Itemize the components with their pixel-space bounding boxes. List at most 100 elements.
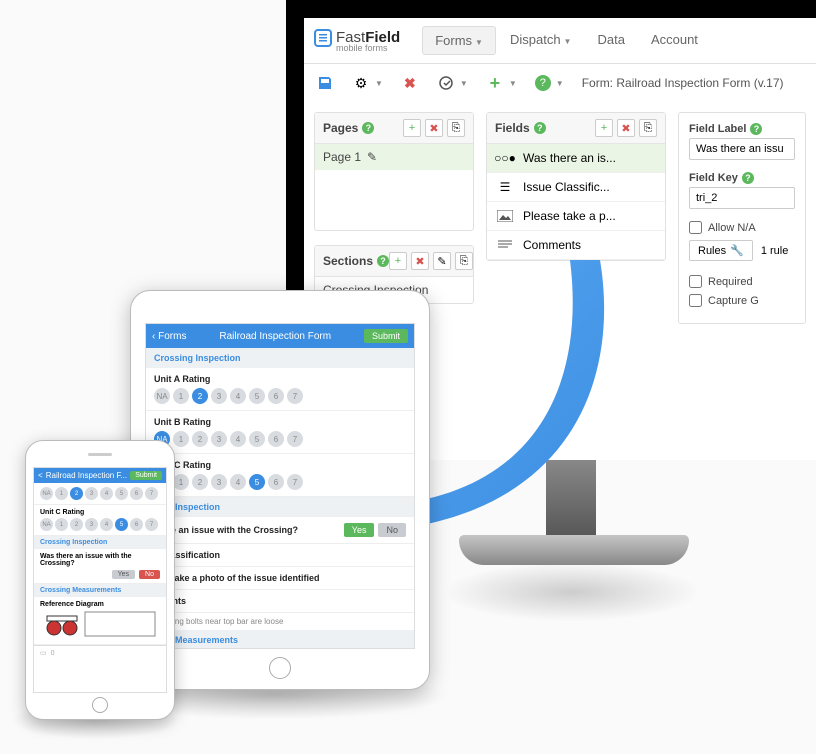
tablet-device: ‹ Forms Railroad Inspection Form Submit … — [130, 290, 430, 690]
comments-field[interactable]: nments — [146, 590, 414, 613]
section-header: Crossing Measurements — [34, 584, 166, 597]
properties-column: Field Label? Field Key? Allow N/A Rules🔧… — [678, 112, 806, 324]
monitor-shadow — [442, 562, 702, 622]
rating-field[interactable]: Unit C Rating NA1234567 — [34, 505, 166, 536]
text-field-icon — [495, 238, 515, 252]
rating-dots-a[interactable]: NA1234567 — [154, 388, 406, 404]
rating-field[interactable]: Unit A Rating NA1234567 — [146, 368, 414, 411]
reference-diagram — [40, 608, 160, 638]
field-label-input[interactable] — [689, 138, 795, 160]
home-button[interactable] — [269, 657, 291, 679]
rating-field-icon: ○○● — [495, 151, 515, 165]
copy-section-button[interactable]: ⎘ — [455, 252, 473, 270]
sections-panel-head: Sections? + ✖ ✎ ⎘ — [315, 246, 473, 277]
required-checkbox[interactable]: Required — [689, 275, 795, 288]
submit-button[interactable]: Submit — [364, 329, 408, 343]
main-nav: Forms▼ Dispatch▼ Data Account — [422, 26, 710, 55]
add-field-button[interactable]: + — [595, 119, 613, 137]
rules-button[interactable]: Rules🔧 — [689, 240, 753, 261]
logo-icon — [314, 29, 332, 47]
tablet-titlebar: ‹ Forms Railroad Inspection Form Submit — [146, 324, 414, 348]
field-row[interactable]: ☰ Issue Classific... — [487, 173, 665, 202]
fields-column: Fields? + ✖ ⎘ ○○● Was there an is... ☰ I — [486, 112, 666, 324]
edit-icon[interactable] — [437, 74, 455, 92]
sections-title: Sections? — [323, 254, 389, 268]
form-name-label: Form: Railroad Inspection Form (v.17) — [582, 76, 784, 90]
delete-section-button[interactable]: ✖ — [411, 252, 429, 270]
fields-actions: + ✖ ⎘ — [595, 119, 657, 137]
home-button[interactable] — [92, 697, 108, 713]
help-icon[interactable]: ? — [742, 172, 754, 184]
caret-down-icon: ▼ — [375, 79, 383, 88]
allow-na-checkbox[interactable]: Allow N/A — [689, 221, 795, 234]
rating-dots-c[interactable]: NA1234567 — [154, 474, 406, 490]
page-row[interactable]: Page 1✎ — [315, 144, 473, 170]
capture-checkbox[interactable]: Capture G — [689, 294, 795, 307]
monitor-foot — [459, 535, 689, 565]
logo-subtitle: mobile forms — [336, 43, 422, 53]
section-header: sing Measurements — [146, 630, 414, 649]
phone-title: Railroad Inspection F... — [46, 471, 127, 480]
copy-field-button[interactable]: ⎘ — [639, 119, 657, 137]
section-header: Crossing Inspection — [146, 348, 414, 368]
tablet-title: Railroad Inspection Form — [219, 331, 331, 342]
back-button[interactable]: < — [38, 471, 43, 480]
nav-forms[interactable]: Forms▼ — [422, 26, 496, 55]
wrench-icon: 🔧 — [730, 244, 744, 257]
yes-button[interactable]: Yes — [344, 523, 375, 537]
pages-panel-head: Pages? + ✖ ⎘ — [315, 113, 473, 144]
edit-section-button[interactable]: ✎ — [433, 252, 451, 270]
help-icon[interactable]: ? — [534, 122, 546, 134]
sections-actions: + ✖ ✎ ⎘ — [389, 252, 473, 270]
no-button[interactable]: No — [378, 523, 406, 537]
help-icon[interactable]: ? — [377, 255, 389, 267]
field-row[interactable]: Comments — [487, 231, 665, 260]
pencil-icon[interactable]: ✎ — [367, 150, 377, 164]
caret-down-icon: ▼ — [460, 79, 468, 88]
nav-data[interactable]: Data — [585, 26, 636, 55]
field-key-input[interactable] — [689, 187, 795, 209]
delete-field-button[interactable]: ✖ — [617, 119, 635, 137]
help-icon[interactable]: ? — [535, 75, 551, 91]
book-icon: ▭ — [40, 649, 47, 657]
phone-speaker — [88, 453, 112, 456]
pages-actions: + ✖ ⎘ — [403, 119, 465, 137]
properties-panel: Field Label? Field Key? Allow N/A Rules🔧… — [678, 112, 806, 324]
nav-account[interactable]: Account — [639, 26, 710, 55]
save-icon[interactable] — [316, 74, 334, 92]
fields-panel-head: Fields? + ✖ ⎘ — [487, 113, 665, 144]
help-icon[interactable]: ? — [750, 123, 762, 135]
gear-icon[interactable]: ⚙ — [352, 74, 370, 92]
yes-button[interactable]: Yes — [112, 570, 135, 579]
fields-title: Fields? — [495, 121, 546, 135]
add-section-button[interactable]: + — [389, 252, 407, 270]
rating-field[interactable]: Unit B Rating NA1234567 — [146, 411, 414, 454]
yesno-field: there an issue with the Crossing? YesNo — [146, 517, 414, 544]
phone-screen: < Railroad Inspection F... Submit NA1234… — [33, 467, 167, 693]
rating-dots-b[interactable]: NA1234567 — [154, 431, 406, 447]
no-button[interactable]: No — [139, 570, 160, 579]
classification-field[interactable]: e Classification — [146, 544, 414, 567]
field-row[interactable]: ○○● Was there an is... — [487, 144, 665, 173]
list-field-icon: ☰ — [495, 180, 515, 194]
rating-dots[interactable]: NA1234567 — [40, 518, 160, 531]
delete-page-button[interactable]: ✖ — [425, 119, 443, 137]
diagram-field: Reference Diagram — [34, 597, 166, 645]
add-page-button[interactable]: + — [403, 119, 421, 137]
submit-button[interactable]: Submit — [130, 471, 162, 480]
rules-count: 1 rule — [761, 245, 789, 257]
nav-dispatch[interactable]: Dispatch▼ — [498, 26, 584, 55]
back-button[interactable]: ‹ Forms — [152, 331, 186, 342]
field-row[interactable]: Please take a p... — [487, 202, 665, 231]
section-header: Crossing Inspection — [34, 536, 166, 549]
close-icon[interactable]: ✖ — [401, 74, 419, 92]
copy-page-button[interactable]: ⎘ — [447, 119, 465, 137]
help-icon[interactable]: ? — [362, 122, 374, 134]
phone-device: < Railroad Inspection F... Submit NA1234… — [25, 440, 175, 720]
pages-title: Pages? — [323, 121, 374, 135]
photo-field[interactable]: ase take a photo of the issue identified — [146, 567, 414, 590]
field-key-prop: Field Key? — [689, 172, 795, 209]
rating-field[interactable]: Unit C Rating NA1234567 — [146, 454, 414, 497]
rating-dots[interactable]: NA1234567 — [34, 483, 166, 505]
add-icon[interactable]: + — [486, 74, 504, 92]
